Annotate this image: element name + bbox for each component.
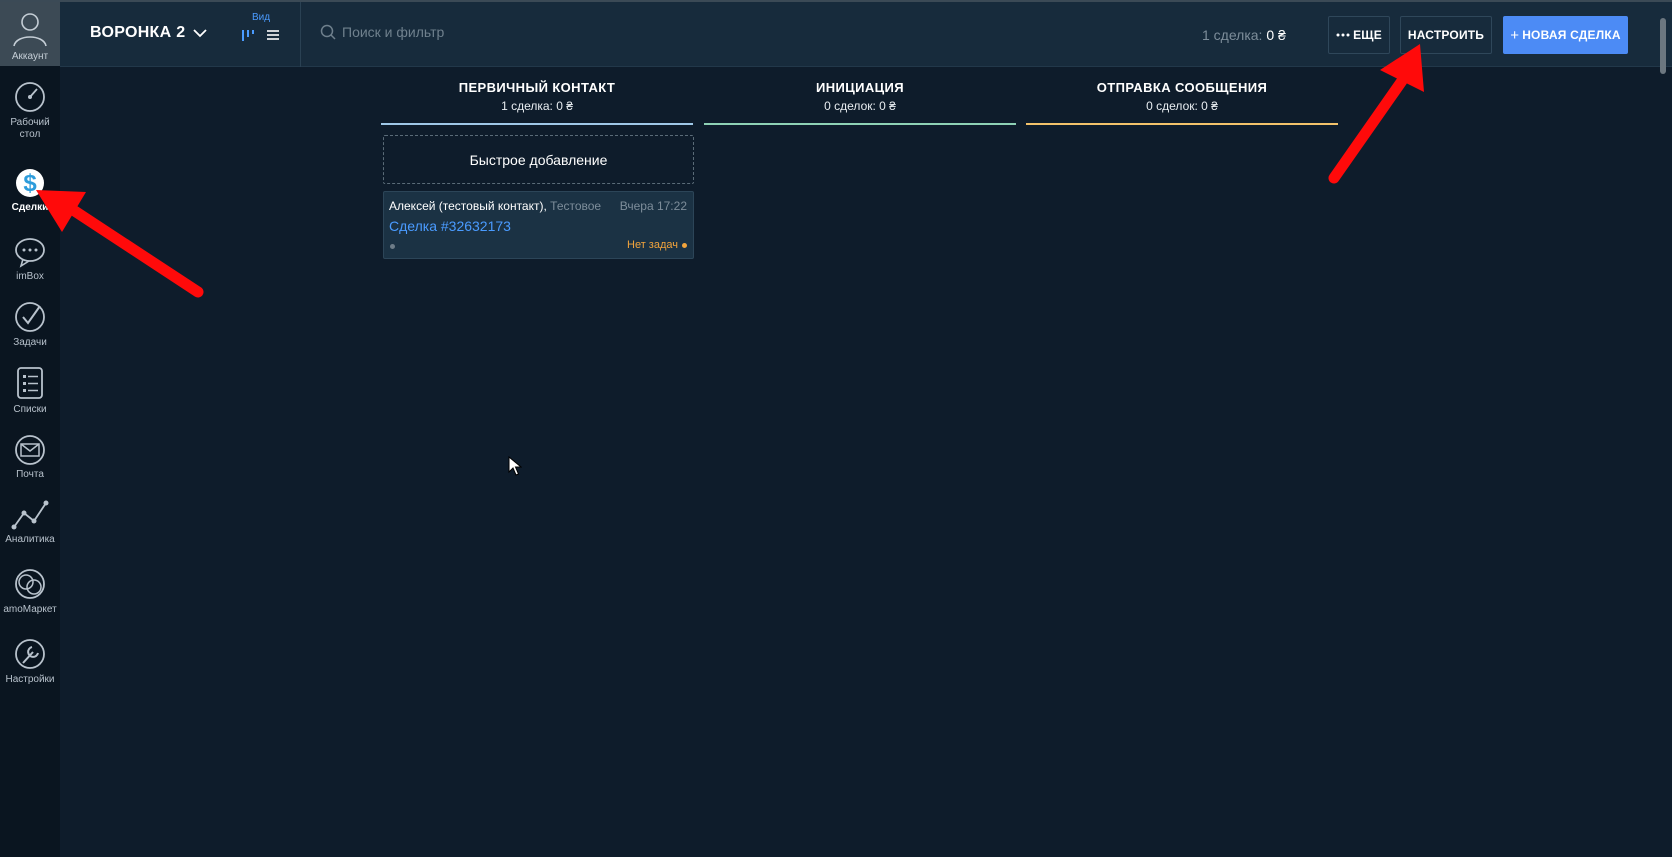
card-contact[interactable]: Алексей (тестовый контакт), Тестовое (389, 199, 601, 213)
search-icon (320, 24, 336, 40)
setup-button[interactable]: НАСТРОИТЬ (1400, 16, 1492, 54)
lists-icon (17, 367, 43, 399)
sidebar-item-lists[interactable]: Списки (0, 365, 60, 416)
svg-text:$: $ (23, 170, 37, 197)
chevron-down-icon (193, 29, 208, 38)
column-title: ОТПРАВКА СООБЩЕНИЯ (1096, 80, 1268, 95)
kanban-view-icon[interactable] (241, 28, 255, 47)
sidebar: Аккаунт Рабочий стол $ Сделки imBox Зада… (0, 2, 60, 857)
chat-icon (15, 238, 45, 268)
sidebar-item-label: Списки (13, 404, 47, 415)
column-title: ПЕРВИЧНЫЙ КОНТАКТ (458, 80, 616, 95)
task-status-dot (682, 242, 687, 248)
scrollbar[interactable] (1660, 18, 1666, 74)
sidebar-item-imbox[interactable]: imBox (0, 236, 60, 283)
card-deal-link[interactable]: Сделка #32632173 (389, 218, 511, 234)
deals-icon: $ (16, 169, 44, 197)
annotation-arrows (36, 44, 1424, 298)
new-deal-button[interactable]: + НОВАЯ СДЕЛКА (1503, 16, 1628, 54)
search-bar (320, 24, 742, 40)
sidebar-account[interactable]: Аккаунт (0, 2, 60, 66)
sidebar-account-label: Аккаунт (11, 51, 49, 62)
column-underline (381, 123, 693, 125)
sidebar-item-label: Настройки (5, 674, 55, 685)
card-tasks-label: Нет задач (627, 239, 678, 251)
more-button-label: ЕЩЕ (1353, 28, 1382, 42)
deal-card[interactable]: Алексей (тестовый контакт), Тестовое Вче… (383, 191, 694, 259)
sidebar-item-label: Рабочий стол (10, 117, 50, 140)
mouse-cursor-icon (508, 456, 522, 476)
settings-icon (15, 639, 45, 669)
sidebar-item-label: Задачи (13, 337, 47, 348)
header-divider (300, 2, 301, 67)
new-deal-button-label: НОВАЯ СДЕЛКА (1522, 28, 1621, 42)
quick-add-button[interactable]: Быстрое добавление (383, 135, 694, 184)
analytics-icon (11, 500, 49, 530)
sidebar-item-label: Сделки (11, 202, 49, 213)
sidebar-item-market[interactable]: amoМаркет (0, 567, 60, 616)
sidebar-item-label: imBox (16, 271, 44, 282)
pipeline-name: ВОРОНКА 2 (90, 24, 186, 41)
sidebar-item-analytics[interactable]: Аналитика (0, 499, 60, 546)
setup-button-label: НАСТРОИТЬ (1407, 28, 1485, 42)
more-dots-icon (1336, 33, 1350, 37)
dashboard-icon (15, 82, 45, 112)
column-summary: 1 сделка: 0 ₴ (501, 99, 573, 113)
deal-summary: 1 сделка: 0 ₴ (1202, 27, 1286, 43)
sidebar-item-label: Аналитика (5, 534, 55, 545)
plus-icon: + (1510, 26, 1520, 44)
tasks-icon (15, 302, 45, 332)
sidebar-item-label: Почта (16, 469, 44, 480)
column-header-primary-contact: ПЕРВИЧНЫЙ КОНТАКТ 1 сделка: 0 ₴ (381, 80, 693, 113)
card-company: Тестовое (550, 199, 602, 213)
column-summary: 0 сделок: 0 ₴ (1146, 99, 1218, 113)
sidebar-item-settings[interactable]: Настройки (0, 637, 60, 686)
mail-icon (15, 435, 45, 465)
top-header: ВОРОНКА 2 Вид 1 сделка: 0 ₴ (60, 2, 1672, 67)
arrow-to-deals-icon (36, 190, 204, 298)
column-title: ИНИЦИАЦИЯ (815, 80, 905, 95)
pipeline-selector[interactable]: ВОРОНКА 2 (90, 24, 208, 42)
search-input[interactable] (342, 24, 742, 40)
sidebar-item-tasks[interactable]: Задачи (0, 300, 60, 349)
card-date: Вчера 17:22 (619, 199, 687, 213)
column-underline (704, 123, 1016, 125)
deal-summary-value: 0 ₴ (1266, 27, 1286, 43)
sidebar-item-label: amoМаркет (3, 604, 57, 615)
column-summary: 0 сделок: 0 ₴ (824, 99, 896, 113)
card-contact-name: Алексей (тестовый контакт), (389, 199, 547, 213)
column-header-initiation: ИНИЦИАЦИЯ 0 сделок: 0 ₴ (704, 80, 1016, 113)
sidebar-item-mail[interactable]: Почта (0, 434, 60, 481)
sidebar-item-deals[interactable]: $ Сделки (0, 165, 60, 214)
more-button[interactable]: ЕЩЕ (1328, 16, 1390, 54)
view-label: Вид (252, 12, 271, 23)
list-view-icon[interactable] (266, 28, 280, 47)
column-header-message-sending: ОТПРАВКА СООБЩЕНИЯ 0 сделок: 0 ₴ (1026, 80, 1338, 113)
card-tasks: Нет задач (627, 239, 687, 251)
market-icon (15, 569, 45, 599)
column-underline (1026, 123, 1338, 125)
sidebar-item-dashboard[interactable]: Рабочий стол (0, 80, 60, 141)
user-avatar-icon (13, 13, 47, 47)
deal-summary-label: 1 сделка: (1202, 27, 1263, 43)
card-status-dot (390, 244, 395, 249)
